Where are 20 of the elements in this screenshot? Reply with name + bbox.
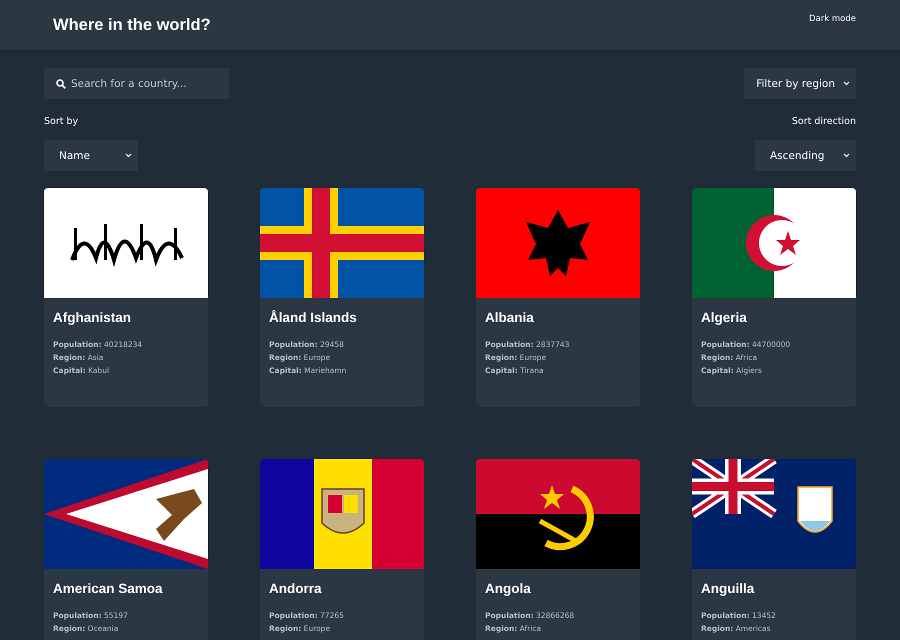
country-name: Anguilla: [701, 581, 756, 596]
country-name: Afghanistan: [53, 310, 132, 325]
sort-by-dropdown[interactable]: Name: [44, 140, 138, 171]
country-name: American Samoa: [53, 581, 164, 596]
country-name: Åland Islands: [269, 310, 358, 325]
country-name: Angola: [485, 581, 532, 596]
search-icon: [56, 79, 66, 89]
sort-by-label: Sort by: [44, 116, 78, 127]
chevron-down-icon: [843, 153, 850, 158]
chevron-down-icon: [843, 81, 850, 86]
country-name: Andorra: [269, 581, 323, 596]
site-title: Where in the world?: [53, 16, 211, 34]
region-dropdown[interactable]: Filter by region: [744, 68, 856, 99]
sort-direction-label: Sort direction: [792, 116, 856, 127]
dark-mode-toggle[interactable]: Dark mode: [809, 14, 856, 24]
sort-direction-dropdown[interactable]: Ascending: [755, 140, 856, 171]
search-field[interactable]: Search for a country...: [44, 68, 229, 99]
country-name: Albania: [485, 310, 535, 325]
chevron-down-icon: [125, 153, 132, 158]
country-name: Algeria: [701, 310, 748, 325]
